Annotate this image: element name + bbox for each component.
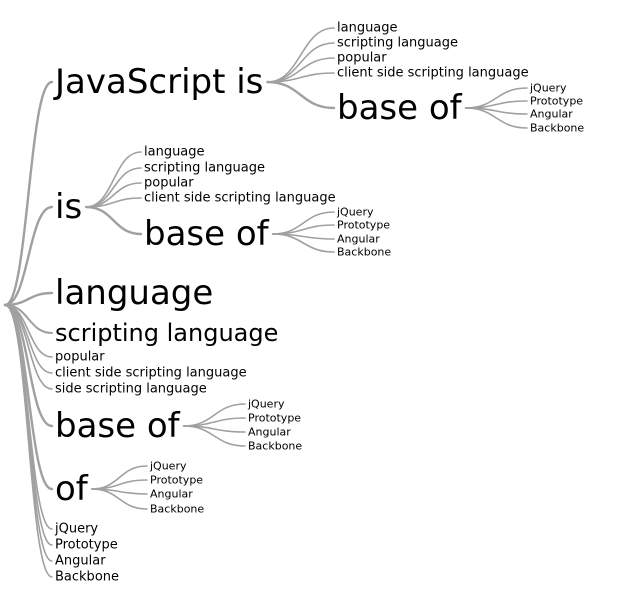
tree-node-jquery: jQuery	[530, 81, 567, 95]
tree-node-popular: popular	[55, 349, 105, 365]
tree-node-client-side-scripting-language: client side scripting language	[55, 365, 247, 381]
tree-node-scripting-language: scripting language	[144, 160, 265, 176]
tree-edge-scripting-language	[85, 167, 142, 208]
tree-edge-is	[3, 205, 54, 307]
tree-edge-base-of	[266, 80, 336, 110]
tree-node-backbone: Backbone	[248, 439, 303, 453]
tree-node-javascript-is: JavaScript is	[55, 62, 264, 102]
tree-node-angular: Angular	[55, 553, 106, 569]
tree-edge-jquery	[271, 211, 335, 235]
tree-node-prototype: Prototype	[55, 537, 118, 553]
tree-node-base-of: base of	[55, 406, 180, 446]
tree-node-scripting-language: scripting language	[337, 35, 458, 51]
tree-node-base-of: base of	[144, 214, 269, 254]
tree-node-jquery: jQuery	[55, 521, 99, 537]
tree-node-popular: popular	[144, 175, 194, 191]
tree-node-prototype: Prototype	[248, 411, 302, 425]
word-tree-diagram: JavaScript is is language scripting languag…	[0, 0, 626, 607]
tree-node-backbone: Backbone	[55, 569, 120, 585]
tree-edge-base-of	[84, 205, 143, 236]
tree-node-jquery: jQuery	[337, 205, 374, 219]
tree-node-scripting-language: scripting language	[55, 319, 279, 347]
tree-node-prototype: Prototype	[530, 94, 584, 108]
tree-node-language: language	[144, 144, 205, 160]
tree-node-side-scripting-language: side scripting language	[55, 381, 207, 397]
tree-node-base-of: base of	[337, 88, 462, 128]
tree-edge-prototype	[464, 100, 528, 109]
tree-node-jquery: jQuery	[248, 397, 285, 411]
tree-node-angular: Angular	[530, 107, 573, 121]
tree-node-language: language	[337, 20, 398, 36]
tree-node-jquery: jQuery	[150, 459, 187, 473]
tree-node-backbone: Backbone	[530, 121, 585, 135]
tree-node-language: language	[55, 273, 214, 313]
tree-edge-base-of	[3, 303, 54, 428]
tree-node-is: is	[55, 187, 83, 227]
tree-node-backbone: Backbone	[150, 502, 205, 516]
tree-node-of: of	[55, 469, 88, 509]
tree-node-client-side-scripting-language: client side scripting language	[337, 65, 529, 81]
tree-edge-scripting-language	[266, 42, 335, 83]
tree-edge-javascript-is	[3, 80, 54, 307]
tree-node-popular: popular	[337, 50, 387, 66]
tree-node-angular: Angular	[248, 425, 291, 439]
tree-node-angular: Angular	[150, 487, 193, 501]
tree-node-prototype: Prototype	[150, 473, 204, 487]
tree-node-client-side-scripting-language: client side scripting language	[144, 190, 336, 206]
tree-edge-jquery	[90, 465, 148, 490]
tree-node-backbone: Backbone	[337, 245, 392, 259]
tree-node-angular: Angular	[337, 232, 380, 246]
tree-node-prototype: Prototype	[337, 218, 391, 232]
